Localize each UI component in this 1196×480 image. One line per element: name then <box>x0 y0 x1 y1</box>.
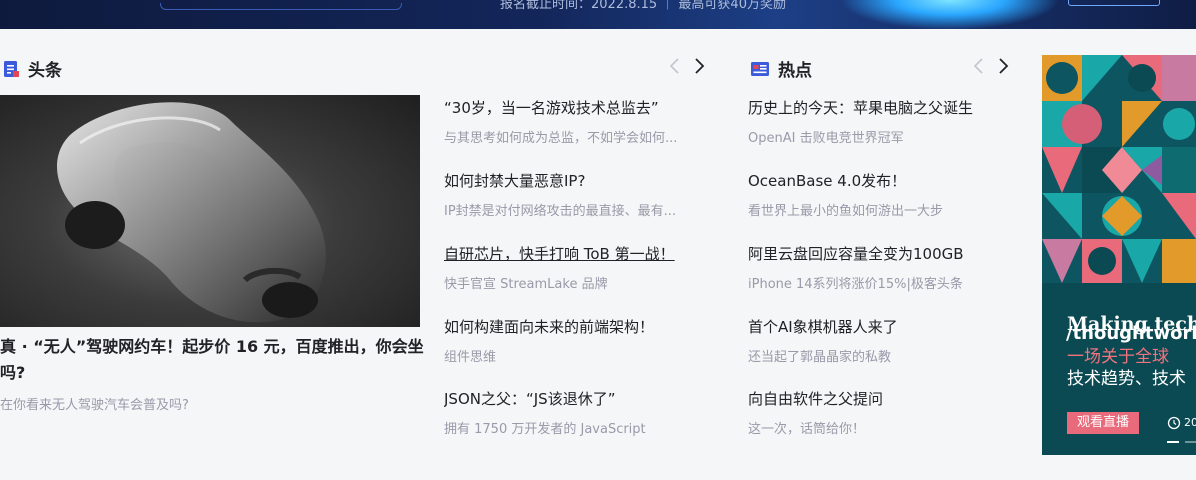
news-subtitle: 看世界上最小的鱼如何游出一大步 <box>748 204 944 219</box>
top-banner[interactable]: 报名截止时间：2022.8.15 ｜ 最高可获40万奖励 <box>0 0 1196 29</box>
news-title[interactable]: “30岁，当一名游戏技术总监去” <box>444 97 704 118</box>
ad-headline: Making tech b <box>1067 313 1196 335</box>
banner-glow <box>840 0 1060 29</box>
news-title[interactable]: 向自由软件之父提问 <box>748 388 1018 409</box>
chevron-left-icon[interactable] <box>972 57 986 75</box>
news-subtitle: 这一次，话筒给你！ <box>748 422 866 437</box>
hot-pager <box>972 57 1010 75</box>
headlines-pager <box>668 57 706 75</box>
chevron-right-icon[interactable] <box>692 57 706 75</box>
news-subtitle: OpenAI 击败电竞世界冠军 <box>748 131 904 146</box>
chevron-right-icon[interactable] <box>996 57 1010 75</box>
news-title[interactable]: 自研芯片，快手打响 ToB 第一战！ <box>444 243 704 264</box>
document-icon <box>4 60 19 77</box>
ad-time: 20 <box>1184 416 1196 429</box>
news-title[interactable]: 如何封禁大量恶意IP? <box>444 170 704 191</box>
banner-decoration <box>160 3 402 10</box>
clock-icon <box>1167 416 1181 430</box>
hot-header: 热点 <box>750 56 812 81</box>
list-item[interactable]: 首个AI象棋机器人来了 还当起了郭晶晶家的私教 <box>748 316 1018 365</box>
news-subtitle: 组件思维 <box>444 350 497 365</box>
news-subtitle: 拥有 1750 万开发者的 JavaScript <box>444 422 646 437</box>
carousel-dot[interactable] <box>1185 441 1196 443</box>
car-image <box>57 102 326 323</box>
list-item[interactable]: 向自由软件之父提问 这一次，话筒给你！ <box>748 388 1018 437</box>
list-item[interactable]: JSON之父：“JS该退休了” 拥有 1750 万开发者的 JavaScript <box>444 388 704 437</box>
ad-pattern <box>1042 55 1196 283</box>
watch-live-button[interactable]: 观看直播 <box>1067 412 1139 434</box>
headline-title[interactable]: 真 · “无人”驾驶网约车！起步价 16 元，百度推出，你会坐吗? <box>0 334 425 386</box>
headlines-header: 头条 <box>2 56 62 81</box>
news-subtitle: 还当起了郭晶晶家的私教 <box>748 350 892 365</box>
news-title[interactable]: 首个AI象棋机器人来了 <box>748 316 1018 337</box>
headline-image[interactable] <box>0 95 420 327</box>
list-item[interactable]: OceanBase 4.0发布！ 看世界上最小的鱼如何游出一大步 <box>748 170 1018 219</box>
news-card-icon <box>751 61 769 76</box>
hot-title: 热点 <box>778 61 812 81</box>
list-item[interactable]: 自研芯片，快手打响 ToB 第一战！ 快手官宣 StreamLake 品牌 <box>444 243 704 292</box>
news-subtitle: 与其思考如何成为总监，不如学会如何... <box>444 131 678 146</box>
news-title[interactable]: OceanBase 4.0发布！ <box>748 170 1018 191</box>
list-item[interactable]: 如何封禁大量恶意IP? IP封禁是对付网络攻击的最直接、最有... <box>444 170 704 219</box>
news-subtitle: IP封禁是对付网络攻击的最直接、最有... <box>444 204 677 219</box>
banner-button[interactable] <box>1068 0 1160 6</box>
news-title[interactable]: 历史上的今天：苹果电脑之父诞生 <box>748 97 1018 118</box>
carousel-dot-active[interactable] <box>1167 441 1179 443</box>
ad-banner[interactable]: /thoughtworks Making tech b 一场关于全球 技术趋势、… <box>1042 55 1196 455</box>
list-item[interactable]: 历史上的今天：苹果电脑之父诞生 OpenAI 击败电竞世界冠军 <box>748 97 1018 146</box>
headline-subtitle: 在你看来无人驾驶汽车会普及吗? <box>0 398 189 413</box>
ad-subline-2: 技术趋势、技术 <box>1067 369 1186 389</box>
news-subtitle: iPhone 14系列将涨价15%|极客头条 <box>748 277 963 292</box>
headlines-title: 头条 <box>28 61 62 81</box>
chevron-left-icon[interactable] <box>668 57 682 75</box>
list-item[interactable]: 阿里云盘回应容量全变为100GB iPhone 14系列将涨价15%|极客头条 <box>748 243 1018 292</box>
news-subtitle: 快手官宣 StreamLake 品牌 <box>444 277 608 292</box>
news-title[interactable]: JSON之父：“JS该退休了” <box>444 388 704 409</box>
news-title[interactable]: 阿里云盘回应容量全变为100GB <box>748 243 1018 264</box>
banner-text: 报名截止时间：2022.8.15 ｜ 最高可获40万奖励 <box>500 0 786 12</box>
list-item[interactable]: 如何构建面向未来的前端架构！ 组件思维 <box>444 316 704 365</box>
list-item[interactable]: “30岁，当一名游戏技术总监去” 与其思考如何成为总监，不如学会如何... <box>444 97 704 146</box>
news-title[interactable]: 如何构建面向未来的前端架构！ <box>444 316 704 337</box>
